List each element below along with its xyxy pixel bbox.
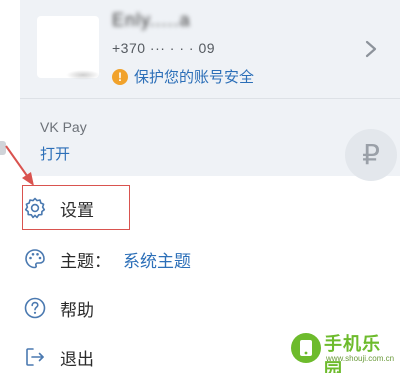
- watermark-url: www.shouji.com.cn: [326, 354, 395, 363]
- watermark-title: 手机乐园: [324, 334, 381, 373]
- security-link[interactable]: ! 保护您的账号安全: [112, 66, 254, 87]
- theme-value[interactable]: 系统主题: [123, 247, 191, 272]
- help-icon: [22, 295, 48, 321]
- account-card: Enly.....a +370 ··· · · · 09 ! 保护您的账号安全 …: [20, 0, 400, 181]
- profile-phone: +370 ··· · · · 09: [112, 40, 216, 56]
- vk-pay-open-link[interactable]: 打开: [40, 143, 70, 164]
- warning-icon: !: [112, 68, 128, 85]
- logout-label: 退出: [60, 349, 94, 369]
- settings-label: 设置: [60, 200, 94, 220]
- menu-item-help[interactable]: 帮助: [22, 288, 94, 328]
- avatar-shadow: [66, 70, 100, 80]
- logout-icon: [22, 344, 48, 370]
- help-label: 帮助: [60, 300, 94, 320]
- chevron-right-icon[interactable]: [364, 40, 378, 58]
- ruble-icon: ₽: [345, 129, 397, 181]
- theme-label: 主题：: [60, 251, 111, 271]
- menu-item-theme[interactable]: 主题： 系统主题: [22, 239, 191, 279]
- palette-icon: [22, 246, 48, 272]
- gear-icon: [22, 195, 48, 221]
- profile-name: Enly.....a: [112, 10, 191, 30]
- watermark-logo: 手机乐园 www.shouji.com.cn: [286, 326, 398, 373]
- vk-pay-section[interactable]: VK Pay 打开 ₽: [20, 99, 400, 181]
- menu-item-logout[interactable]: 退出: [22, 337, 94, 373]
- profile-row[interactable]: Enly.....a +370 ··· · · · 09 ! 保护您的账号安全: [20, 0, 400, 98]
- red-arrow-annotation: [5, 145, 34, 186]
- avatar[interactable]: [37, 16, 99, 78]
- menu-item-settings[interactable]: 设置: [22, 188, 94, 228]
- vk-pay-label: VK Pay: [40, 119, 87, 135]
- security-text[interactable]: 保护您的账号安全: [134, 66, 254, 87]
- watermark-emblem-icon: [291, 333, 321, 363]
